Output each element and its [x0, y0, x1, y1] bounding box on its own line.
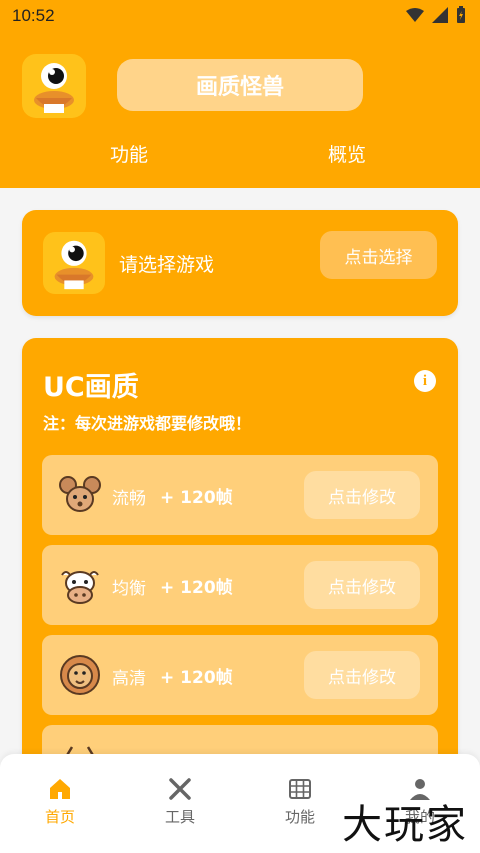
- tools-icon: [169, 778, 191, 800]
- game-select-card: 请选择游戏 点击选择: [22, 210, 458, 316]
- wifi-icon: [406, 8, 424, 22]
- logo-mascot-icon: [34, 63, 74, 113]
- row-fps: + 120帧: [160, 488, 233, 508]
- nav-tools-label: 工具: [164, 808, 195, 826]
- status-icons: [406, 6, 466, 24]
- modify-button[interactable]: 点击修改: [304, 651, 420, 699]
- modify-button[interactable]: 点击修改: [304, 471, 420, 519]
- quality-row-balanced: 均衡 + 120帧 点击修改: [42, 545, 438, 625]
- row-fps: + 120帧: [160, 578, 233, 598]
- app-title-text: 画质怪兽: [195, 75, 284, 100]
- battery-icon: [457, 6, 465, 23]
- game-select-label: 请选择游戏: [119, 254, 215, 276]
- row-name: 流畅: [112, 489, 146, 509]
- grid-icon: [289, 779, 311, 799]
- quality-row-smooth: 流畅 + 120帧 点击修改: [42, 455, 438, 535]
- header: 画质怪兽 功能 概览: [0, 32, 480, 188]
- uc-note: 注：每次进游戏都要修改哦！: [43, 414, 252, 433]
- nav-home[interactable]: 首页: [20, 776, 100, 827]
- lion-icon: [60, 655, 100, 695]
- uc-quality-card: UC画质 i 注：每次进游戏都要修改哦！ 流畅 + 120帧 点击修改 均衡 +…: [22, 338, 458, 798]
- mouse-icon: [59, 476, 101, 512]
- cow-icon: [61, 571, 99, 604]
- info-icon[interactable]: i: [414, 370, 436, 392]
- status-bar: 10:52: [0, 0, 480, 32]
- uc-title: UC画质: [43, 372, 139, 403]
- quality-row-hd: 高清 + 120帧 点击修改: [42, 635, 438, 715]
- nav-functions[interactable]: 功能: [260, 776, 340, 827]
- nav-home-label: 首页: [44, 808, 75, 826]
- game-icon: [43, 232, 105, 294]
- watermark: 大玩家: [342, 802, 468, 848]
- select-game-button[interactable]: 点击选择: [320, 231, 437, 279]
- nav-tools[interactable]: 工具: [140, 776, 220, 827]
- row-name: 高清: [112, 669, 146, 689]
- app-title: 画质怪兽: [117, 59, 363, 111]
- home-icon: [50, 779, 70, 799]
- row-name: 均衡: [112, 579, 146, 599]
- nav-functions-label: 功能: [284, 808, 315, 826]
- tab-functions[interactable]: 功能: [110, 140, 148, 167]
- status-time: 10:52: [12, 6, 55, 25]
- app-logo: [22, 54, 86, 118]
- tab-overview[interactable]: 概览: [328, 140, 366, 167]
- signal-icon: [432, 7, 448, 23]
- game-mascot-icon: [54, 240, 94, 290]
- row-fps: + 120帧: [160, 668, 233, 688]
- modify-button[interactable]: 点击修改: [304, 561, 420, 609]
